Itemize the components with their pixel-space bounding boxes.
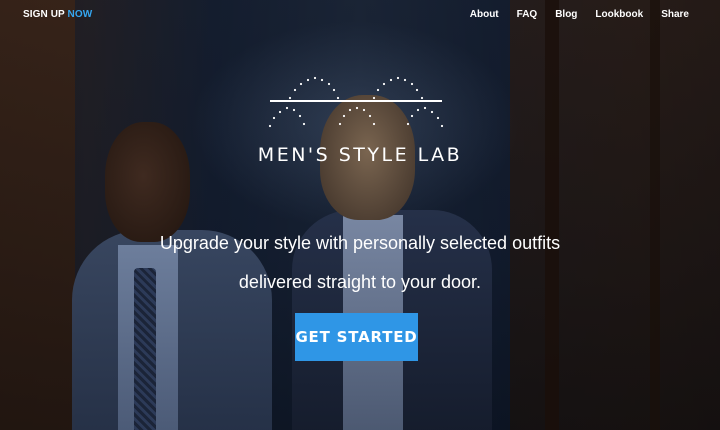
nav-link-about[interactable]: About	[470, 9, 499, 20]
background-door-left	[0, 0, 75, 430]
top-nav: SIGN UP NOW About FAQ Blog Lookbook Shar…	[0, 0, 720, 30]
tagline-line-2: delivered straight to your door.	[238, 272, 482, 292]
nav-link-lookbook[interactable]: Lookbook	[595, 9, 643, 20]
signup-now-label: NOW	[67, 9, 93, 20]
signup-label: SIGN UP	[23, 9, 65, 20]
background-door-right	[510, 0, 720, 430]
brand-name: MEN'S STYLE LAB	[257, 144, 463, 166]
nav-link-faq[interactable]: FAQ	[517, 9, 538, 20]
background-door-frame	[650, 0, 660, 430]
background-door-frame	[545, 0, 559, 430]
nav-link-share[interactable]: Share	[661, 9, 689, 20]
hero-section: SIGN UP NOW About FAQ Blog Lookbook Shar…	[0, 0, 720, 430]
dotted-arcs-logo-icon	[268, 74, 444, 134]
nav-link-blog[interactable]: Blog	[555, 9, 577, 20]
signup-now-link[interactable]: SIGN UP NOW	[23, 9, 92, 20]
background-person-left-head	[105, 122, 190, 242]
tagline-line-1: Upgrade your style with personally selec…	[159, 233, 561, 253]
nav-links: About FAQ Blog Lookbook Share	[452, 9, 689, 20]
get-started-button[interactable]: GET STARTED	[295, 313, 418, 361]
